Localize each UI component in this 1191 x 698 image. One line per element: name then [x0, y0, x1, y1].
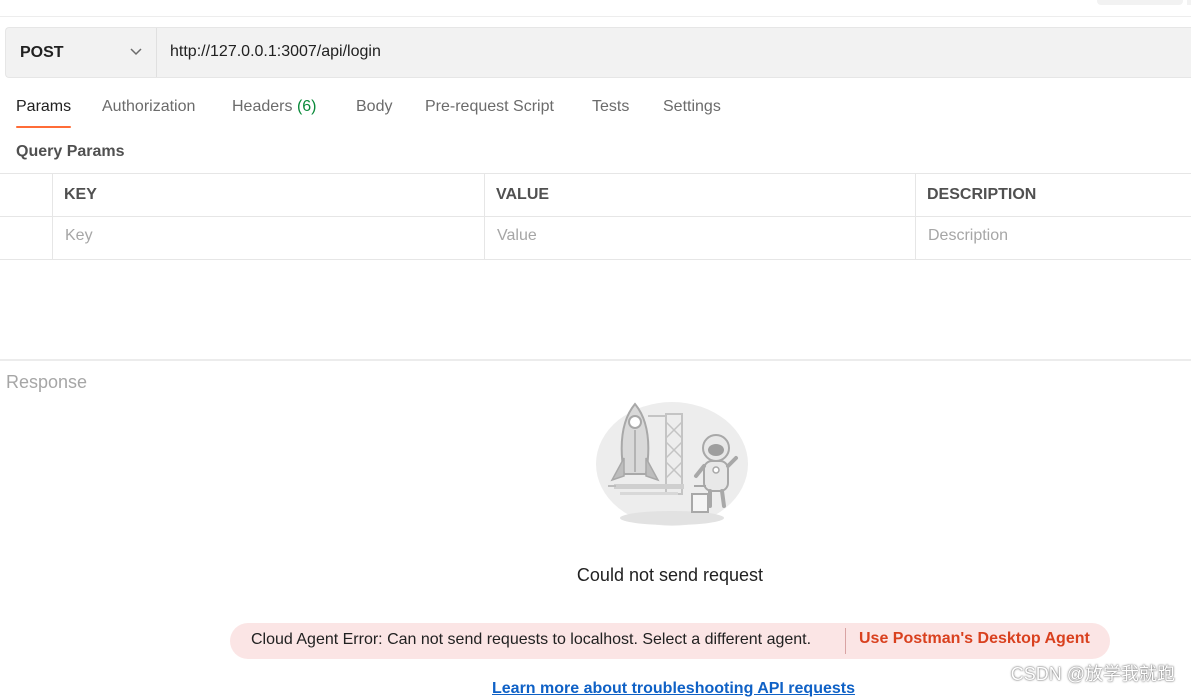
method-label: POST: [20, 44, 64, 61]
top-bar-button[interactable]: [1097, 0, 1183, 5]
active-tab-indicator: [16, 126, 71, 128]
troubleshooting-link[interactable]: Learn more about troubleshooting API req…: [492, 680, 855, 698]
tab-pre-request-script[interactable]: Pre-request Script: [425, 98, 554, 116]
watermark: CSDN @放学我就跑: [1010, 664, 1175, 684]
column-header-description: DESCRIPTION: [927, 186, 1037, 203]
tab-headers-label: Headers: [232, 98, 293, 115]
error-message: Cloud Agent Error: Can not send requests…: [251, 631, 812, 648]
error-title: Could not send request: [576, 565, 764, 585]
column-divider: [915, 173, 916, 260]
column-divider: [52, 173, 53, 260]
pane-resize-handle[interactable]: [0, 359, 1191, 361]
tab-headers[interactable]: Headers (6): [232, 98, 317, 116]
error-banner: Cloud Agent Error: Can not send requests…: [230, 623, 1110, 659]
response-label: Response: [6, 372, 88, 392]
query-params-title: Query Params: [16, 143, 125, 160]
rocket-astronaut-illustration: [596, 402, 748, 526]
table-row: [0, 216, 1191, 260]
url-input[interactable]: http://127.0.0.1:3007/api/login: [170, 43, 381, 61]
query-params-table: KEY VALUE DESCRIPTION Key Value Descript…: [0, 173, 1191, 260]
request-url-bar: POST http://127.0.0.1:3007/api/login: [5, 27, 1191, 78]
column-header-key: KEY: [64, 186, 97, 203]
tab-authorization[interactable]: Authorization: [102, 98, 195, 116]
tab-params[interactable]: Params: [16, 98, 71, 116]
description-input[interactable]: Description: [928, 227, 1008, 245]
desktop-agent-link[interactable]: Use Postman's Desktop Agent: [859, 630, 1090, 648]
key-input[interactable]: Key: [65, 227, 93, 245]
chevron-down-icon: [130, 48, 142, 56]
tab-body[interactable]: Body: [356, 98, 392, 116]
top-bar: [0, 0, 1191, 17]
banner-separator: [845, 628, 846, 654]
tab-settings[interactable]: Settings: [663, 98, 721, 116]
method-select[interactable]: POST: [6, 28, 157, 77]
tab-tests[interactable]: Tests: [592, 98, 629, 116]
headers-count-badge: (6): [296, 98, 317, 115]
column-header-value: VALUE: [496, 186, 550, 203]
value-input[interactable]: Value: [497, 227, 537, 245]
column-divider: [484, 173, 485, 260]
top-bar-edge: [1187, 0, 1191, 5]
